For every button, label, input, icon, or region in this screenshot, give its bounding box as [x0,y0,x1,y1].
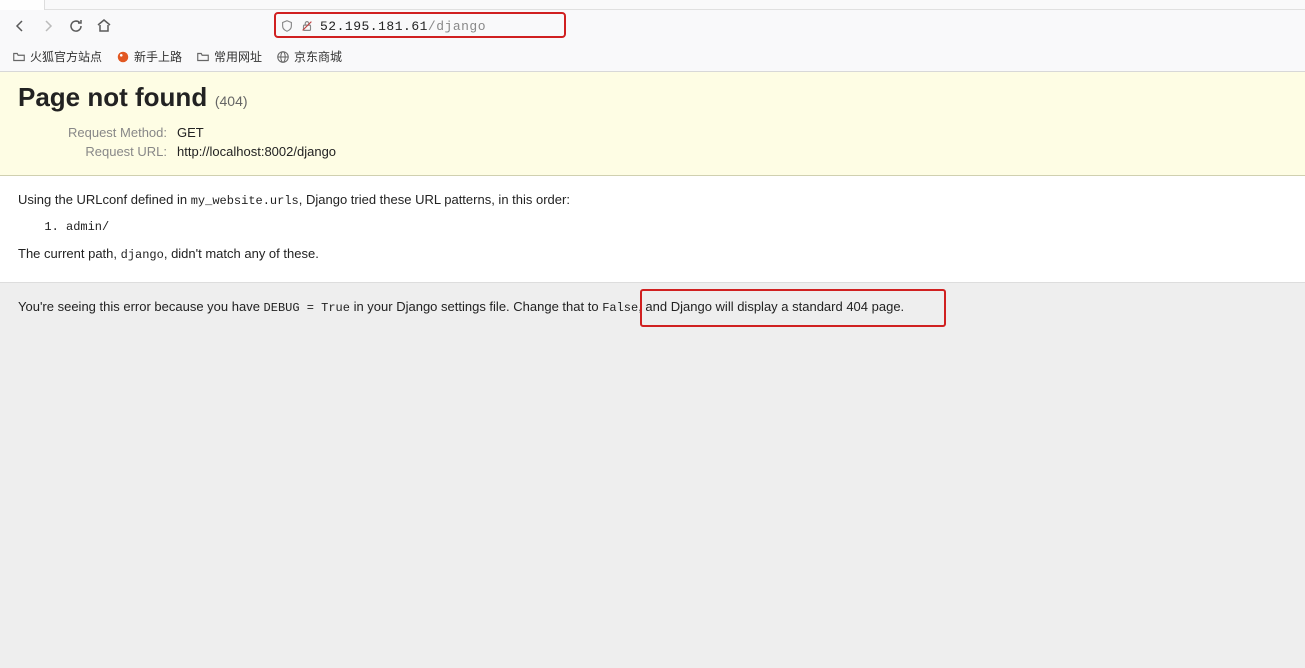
explanation-text: You're seeing this error because you hav… [18,297,1287,317]
bookmark-item-0[interactable]: 火狐官方站点 [12,48,102,65]
forward-icon[interactable] [40,18,56,34]
page-title: Page not found [18,82,207,112]
current-path-code: django [121,248,164,262]
bookmark-label: 火狐官方站点 [30,48,102,65]
meta-label: Request Method: [68,123,177,142]
reload-icon[interactable] [68,18,84,34]
meta-value: GET [177,123,336,142]
bookmark-label: 新手上路 [134,48,182,65]
globe-icon [276,50,290,64]
list-item: admin/ [66,218,1287,236]
debug-true-code: DEBUG = True [264,301,350,315]
bookmark-item-2[interactable]: 常用网址 [196,48,262,65]
bookmark-label: 京东商城 [294,48,342,65]
error-summary: Page not found (404) Request Method: GET… [0,72,1305,176]
address-path: /django [428,19,486,34]
tab-strip [0,0,1305,10]
meta-label: Request URL: [68,142,177,161]
table-row: Request URL: http://localhost:8002/djang… [68,142,336,161]
browser-toolbar: 52.195.181.61/django [0,10,1305,42]
address-bar-container: 52.195.181.61/django [274,16,492,36]
address-host: 52.195.181.61 [320,19,428,34]
urlconf-name: my_website.urls [191,194,299,208]
debug-false-code: False [602,301,638,315]
intro-text: Using the URLconf defined in my_website.… [18,190,1287,210]
status-code: (404) [215,93,248,109]
insecure-lock-icon[interactable] [300,19,314,33]
back-icon[interactable] [12,18,28,34]
folder-icon [196,50,210,64]
folder-icon [12,50,26,64]
bookmark-item-3[interactable]: 京东商城 [276,48,342,65]
urlconf-info: Using the URLconf defined in my_website.… [0,176,1305,283]
bookmark-label: 常用网址 [214,48,262,65]
address-bar[interactable]: 52.195.181.61/django [274,16,492,36]
bookmarks-bar: 火狐官方站点 新手上路 常用网址 京东商城 [0,42,1305,72]
pattern-list: admin/ [66,218,1287,236]
shield-icon[interactable] [280,19,294,33]
meta-value: http://localhost:8002/django [177,142,336,161]
tab-strip-edge [0,0,45,10]
address-text[interactable]: 52.195.181.61/django [320,19,486,34]
home-icon[interactable] [96,18,112,34]
table-row: Request Method: GET [68,123,336,142]
bookmark-item-1[interactable]: 新手上路 [116,48,182,65]
request-meta-table: Request Method: GET Request URL: http://… [68,123,336,161]
debug-explanation: You're seeing this error because you hav… [0,283,1305,331]
outro-text: The current path, django, didn't match a… [18,244,1287,264]
orange-circle-icon [116,50,130,64]
